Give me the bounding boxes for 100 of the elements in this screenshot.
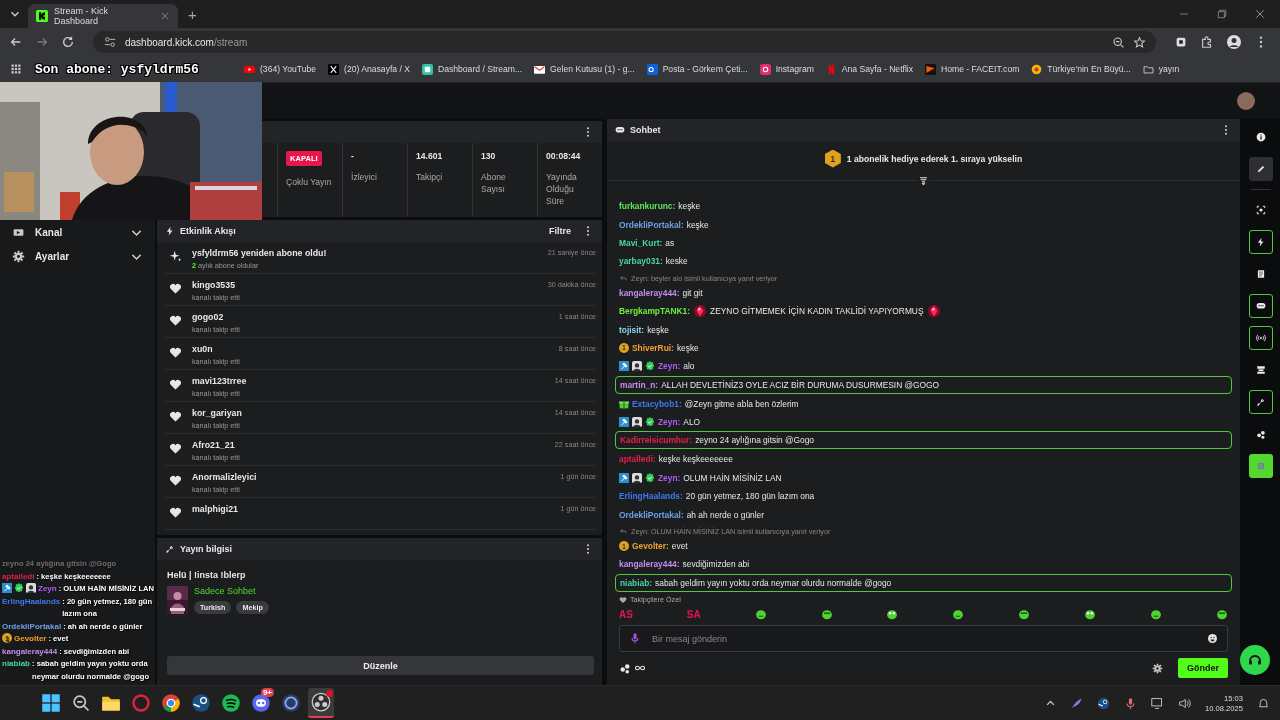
reply-icon: [619, 526, 628, 536]
zoom-icon[interactable]: [1112, 35, 1125, 49]
message-field[interactable]: Bir mesaj gönderin: [619, 625, 1228, 652]
emote-icon[interactable]: [1018, 608, 1031, 620]
rail-button[interactable]: [1249, 326, 1273, 350]
edit-button[interactable]: Düzenle: [167, 656, 594, 675]
bookmark-link[interactable]: Türkiye'nin En Büyü...: [1031, 63, 1131, 75]
chat-username[interactable]: ErlingHaalands:: [619, 491, 683, 502]
apps-icon[interactable]: [10, 63, 22, 75]
bookmark-link[interactable]: (20) Anasayfa / X: [328, 63, 410, 75]
panel-title: Yayın bilgisi: [180, 544, 233, 554]
activity-title: mavi123trree: [192, 376, 247, 386]
sidebar-item[interactable]: Kanal: [0, 222, 155, 242]
browser-tab[interactable]: Stream - Kick Dashboard: [28, 4, 178, 28]
chat-message: sevdiğimizden abi: [682, 559, 750, 570]
chat-username[interactable]: niabiab:: [620, 577, 653, 588]
close-icon[interactable]: [160, 11, 170, 21]
volume-icon[interactable]: [1178, 696, 1191, 710]
close-icon[interactable]: [1254, 8, 1266, 20]
chat-username[interactable]: tojisit:: [619, 324, 645, 335]
rail-button[interactable]: [1249, 390, 1273, 414]
bookmark-link[interactable]: (364) YouTube: [244, 63, 317, 75]
document-icon: [1256, 269, 1266, 279]
chat-username[interactable]: Zeyn:: [658, 472, 681, 483]
sidebar-item[interactable]: Ayarlar: [0, 246, 155, 266]
chat-username[interactable]: kangaleray444:: [619, 287, 680, 298]
chat-message: alo: [683, 361, 695, 372]
chat-username[interactable]: OrdekliPortakal:: [619, 509, 684, 520]
heart-icon: [169, 282, 182, 295]
bookmark-link[interactable]: Ana Sayfa - Netflix: [825, 63, 914, 75]
chat-username[interactable]: Mavi_Kurt:: [619, 237, 663, 248]
feather-icon[interactable]: [1070, 696, 1083, 710]
overlay-username: niabiab: [2, 659, 30, 669]
chat-username[interactable]: Gevolter:: [632, 541, 669, 552]
dots-icon[interactable]: [619, 662, 631, 674]
bookmark-link[interactable]: Dashboard / Stream...: [422, 63, 523, 75]
dots-icon: [1256, 429, 1266, 439]
forward-icon[interactable]: [35, 35, 49, 49]
reload-icon[interactable]: [61, 35, 75, 49]
avatar-icon: [26, 583, 36, 593]
bookmark-link[interactable]: Home - FACEIT.com: [925, 63, 1020, 75]
chat-username[interactable]: kangaleray444:: [619, 559, 680, 570]
emote-icon[interactable]: [952, 608, 965, 620]
chat-username[interactable]: Zeyn:: [658, 417, 681, 428]
chat-username[interactable]: OrdekliPortakal:: [619, 219, 684, 230]
emote-icon[interactable]: [1215, 608, 1228, 620]
profile-icon[interactable]: [1226, 34, 1242, 50]
heart-icon: [169, 314, 182, 327]
chat-username[interactable]: furkankurunc:: [619, 201, 676, 212]
bookmark-link[interactable]: Instagram: [759, 63, 814, 75]
support-button[interactable]: [1240, 645, 1270, 675]
site-info-icon[interactable]: [103, 35, 117, 49]
bookmark-link[interactable]: yayın: [1142, 63, 1180, 75]
chat-username[interactable]: BergkampTANK1:: [619, 306, 691, 317]
rail-button[interactable]: [1249, 294, 1273, 318]
monitor-icon[interactable]: [1151, 696, 1164, 710]
emote-icon[interactable]: [1084, 608, 1097, 620]
user-avatar[interactable]: [1237, 92, 1255, 110]
emoji-icon[interactable]: [1207, 633, 1218, 644]
taskbar-app[interactable]: 9+: [248, 688, 274, 718]
emote-button[interactable]: AS: [619, 608, 633, 620]
send-button[interactable]: Gönder: [1178, 658, 1228, 678]
emote-icon[interactable]: [820, 608, 833, 620]
chat-username[interactable]: Extacybob1:: [632, 398, 682, 409]
bookmark-link[interactable]: Gelen Kutusu (1) - g...: [534, 63, 635, 75]
new-tab-button[interactable]: +: [184, 5, 201, 23]
pen-icon: [1256, 164, 1266, 174]
bookmark-link[interactable]: Posta - Görkem Çeti...: [646, 63, 748, 75]
chat-username[interactable]: martin_n:: [620, 379, 659, 390]
chat-username[interactable]: Kadirreisicumhur:: [620, 435, 693, 446]
emote-button[interactable]: SA: [686, 608, 701, 620]
back-icon[interactable]: [9, 35, 23, 49]
emote-icon[interactable]: [886, 608, 899, 620]
restore-icon[interactable]: [1216, 8, 1228, 20]
emote-icon[interactable]: [754, 608, 767, 620]
extension-icon[interactable]: [1174, 35, 1188, 49]
rail-button[interactable]: [1249, 157, 1273, 181]
steam-icon[interactable]: [1097, 696, 1110, 710]
chat-username[interactable]: yarbay031:: [619, 256, 663, 267]
microphone-icon[interactable]: [629, 632, 641, 644]
filter-button[interactable]: Filtre: [549, 226, 571, 236]
notification-icon[interactable]: [1257, 696, 1270, 710]
hammer-icon: [619, 472, 629, 483]
taskbar-app[interactable]: [308, 688, 334, 718]
stat-value: 14.601: [416, 151, 444, 161]
sparkle-icon: [169, 250, 182, 263]
settings-icon[interactable]: [1152, 662, 1163, 674]
chat-username[interactable]: aptalledi:: [619, 454, 656, 465]
activity-title: kingo3535: [192, 280, 237, 290]
category-link[interactable]: Sadece Sohbet: [194, 586, 269, 596]
bookmark-star-icon[interactable]: [1133, 35, 1146, 49]
chat-message: zeyno 24 aylığına gitsin @Gogo: [695, 435, 814, 446]
address-field[interactable]: dashboard.kick.com/stream: [93, 31, 1156, 53]
microphone-icon[interactable]: [1124, 696, 1137, 710]
chat-username[interactable]: Zeyn:: [658, 361, 681, 372]
chat-username[interactable]: ShiverRui:: [632, 342, 674, 353]
emote-icon[interactable]: [1150, 608, 1163, 620]
rail-button[interactable]: [1249, 230, 1273, 254]
puzzle-icon[interactable]: [1200, 35, 1214, 49]
panel-title: Sohbet: [630, 125, 661, 135]
